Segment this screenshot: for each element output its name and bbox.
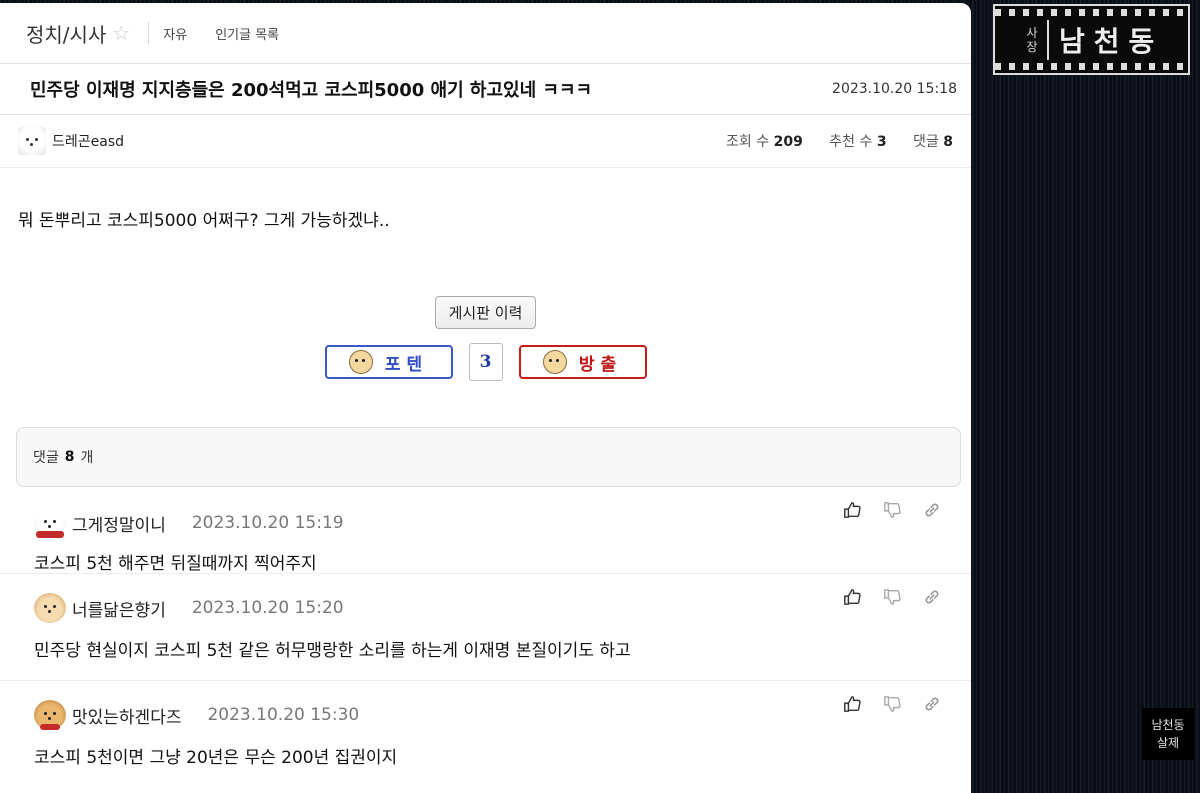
- potent-label: 포텐: [384, 354, 429, 375]
- comment-text: 코스피 5천이면 그냥 20년은 무슨 200년 집권이지: [34, 748, 398, 768]
- comment-actions: [843, 695, 941, 713]
- channel-logo: 사장 남천동: [993, 4, 1190, 75]
- comment-text: 민주당 현실이지 코스피 5천 같은 허무맹랑한 소리를 하는게 이재명 본질이…: [34, 641, 631, 661]
- comment-actions: [843, 588, 941, 606]
- comments-header-unit: 개: [80, 450, 94, 466]
- comment-actions: [843, 501, 941, 519]
- comment-date: 2023.10.20 15:20: [191, 598, 344, 618]
- thumbs-up-icon[interactable]: [843, 501, 861, 519]
- recommend-label: 추천 수: [829, 134, 873, 150]
- comment-item: 그게정말이니 2023.10.20 15:19 코스피 5천 해주면 뒤질때까지…: [0, 487, 971, 574]
- comment-nick[interactable]: 맛있는하겐다즈: [72, 703, 181, 728]
- avatar: [34, 508, 66, 538]
- post-date: 2023.10.20 15:18: [832, 81, 957, 97]
- comments-count: 8: [943, 134, 953, 150]
- face-icon: [348, 350, 373, 374]
- author[interactable]: 드레곤easd: [18, 127, 124, 155]
- author-name[interactable]: 드레곤easd: [52, 131, 124, 151]
- comment-date: 2023.10.20 15:19: [191, 513, 344, 533]
- vote-row: 포텐 3 방출: [0, 343, 971, 381]
- post-body: 뭐 돈뿌리고 코스피5000 어쩌구? 그게 가능하겠냐..: [18, 211, 390, 231]
- history-wrap: 게시판 이력: [0, 296, 971, 329]
- watermark-stamp: 남천동 살제: [1142, 708, 1194, 760]
- thumbs-down-icon[interactable]: [883, 695, 901, 713]
- views-count: 209: [773, 134, 803, 150]
- link-icon[interactable]: [923, 588, 941, 606]
- comments-label: 댓글: [913, 134, 939, 150]
- comment-nick[interactable]: 그게정말이니: [72, 511, 166, 536]
- comment-nick[interactable]: 너를닮은향기: [72, 596, 166, 621]
- logo-big-text: 남천동: [1047, 19, 1163, 60]
- post-meta-row: 드레곤easd 조회 수 209 추천 수 3 댓글 8: [0, 115, 971, 168]
- board-history-button[interactable]: 게시판 이력: [434, 296, 537, 329]
- comment-item: 맛있는하겐다즈 2023.10.20 15:30 코스피 5천이면 그냥 20년…: [0, 681, 971, 791]
- comment-item: 너를닮은향기 2023.10.20 15:20 민주당 현실이지 코스피 5천 …: [0, 574, 971, 681]
- post-title: 민주당 이재명 지지층들은 200석먹고 코스피5000 애기 하고있네 ㅋㅋㅋ: [30, 80, 593, 101]
- comments-header-label: 댓글: [33, 450, 59, 466]
- divider: [148, 22, 150, 44]
- thumbs-down-icon[interactable]: [883, 501, 901, 519]
- comment-head: 맛있는하겐다즈 2023.10.20 15:30: [34, 697, 971, 733]
- thumbs-down-icon[interactable]: [883, 588, 901, 606]
- views-label: 조회 수: [726, 134, 770, 150]
- release-button[interactable]: 방출: [518, 345, 647, 379]
- link-icon[interactable]: [923, 501, 941, 519]
- release-label: 방출: [578, 354, 623, 375]
- stamp-line-2: 살제: [1156, 736, 1180, 750]
- comments-header-count: 8: [64, 449, 75, 465]
- tab-free[interactable]: 자유: [163, 24, 187, 43]
- vote-count: 3: [468, 343, 503, 381]
- post-title-row: 민주당 이재명 지지층들은 200석먹고 코스피5000 애기 하고있네 ㅋㅋㅋ…: [0, 64, 971, 115]
- comment-date: 2023.10.20 15:30: [207, 705, 360, 725]
- comment-head: 너를닮은향기 2023.10.20 15:20: [34, 590, 971, 626]
- face-icon: [542, 350, 567, 374]
- avatar: [34, 700, 66, 730]
- tab-popular-list[interactable]: 인기글 목록: [215, 24, 279, 43]
- post-stats: 조회 수 209 추천 수 3 댓글 8: [726, 131, 953, 151]
- thumbs-up-icon[interactable]: [843, 588, 861, 606]
- thumbs-up-icon[interactable]: [843, 695, 861, 713]
- stamp-line-1: 남천동: [1151, 718, 1185, 732]
- link-icon[interactable]: [923, 695, 941, 713]
- comment-head: 그게정말이니 2023.10.20 15:19: [34, 505, 971, 541]
- logo-small-text: 사장: [1026, 25, 1038, 54]
- comment-text: 코스피 5천 해주면 뒤질때까지 찍어주지: [34, 554, 317, 574]
- board-name[interactable]: 정치/시사: [26, 19, 106, 48]
- board-header: 정치/시사 ☆ 자유 인기글 목록: [0, 3, 971, 64]
- star-icon[interactable]: ☆: [112, 21, 130, 45]
- comments-header: 댓글 8 개: [16, 427, 961, 487]
- potent-button[interactable]: 포텐: [324, 345, 453, 379]
- avatar: [34, 593, 66, 623]
- recommend-count: 3: [876, 134, 887, 150]
- avatar: [18, 127, 46, 155]
- post-panel: 정치/시사 ☆ 자유 인기글 목록 민주당 이재명 지지층들은 200석먹고 코…: [0, 3, 971, 793]
